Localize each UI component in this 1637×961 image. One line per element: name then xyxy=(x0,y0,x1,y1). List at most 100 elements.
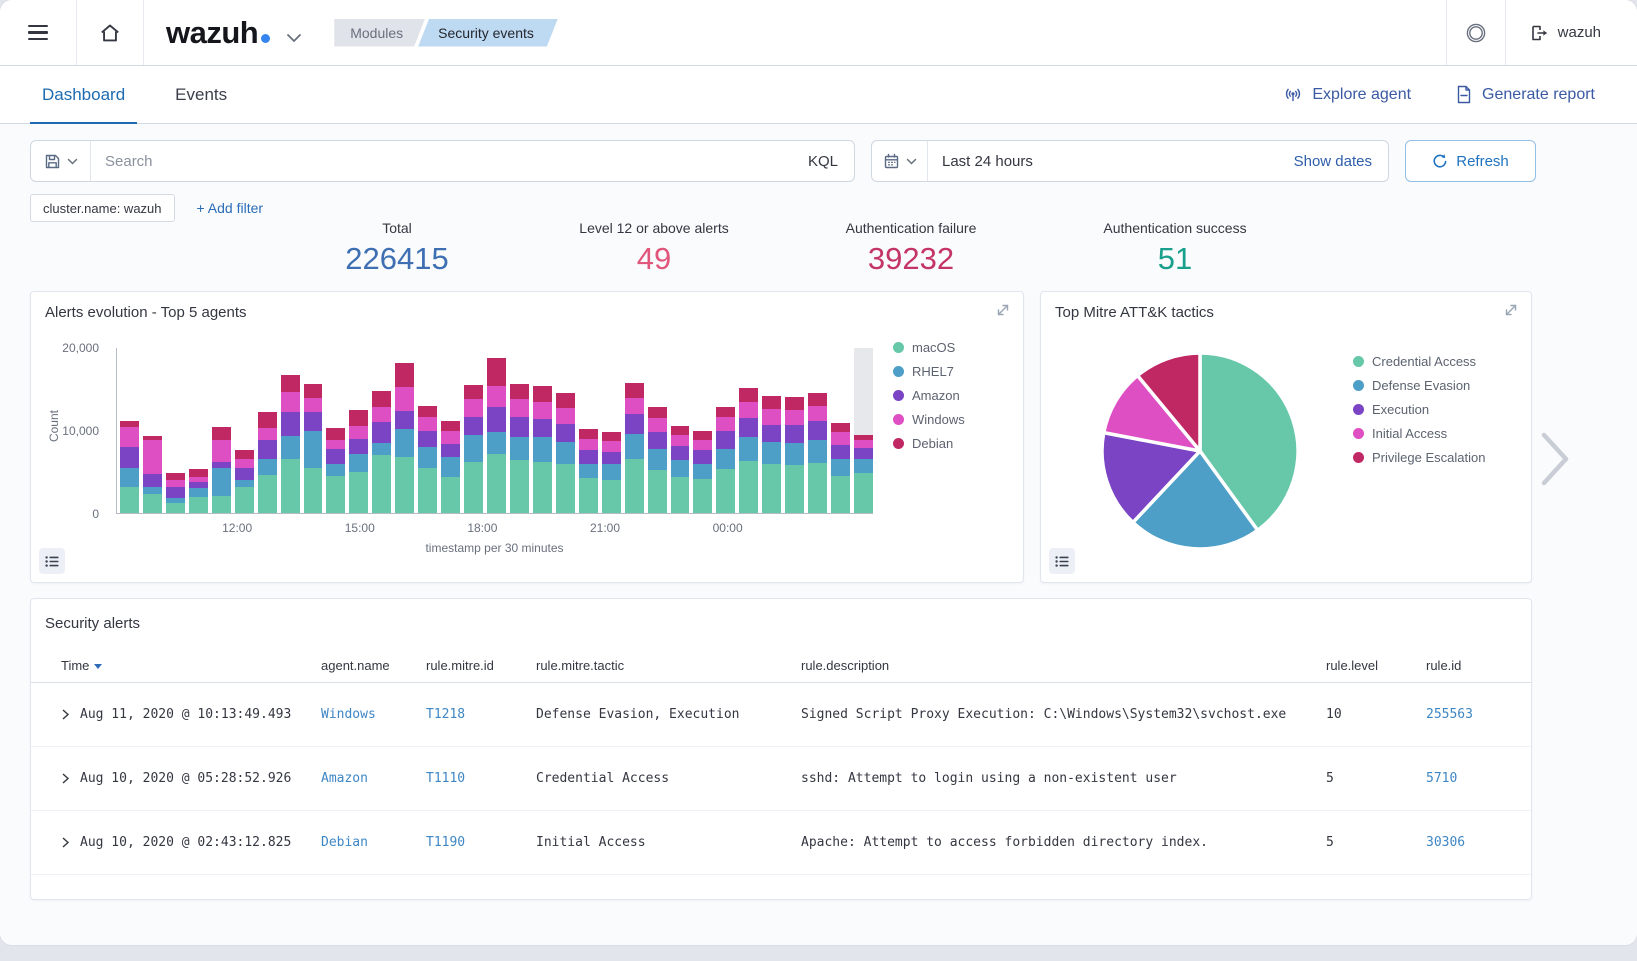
y-tick-label: 10,000 xyxy=(29,424,99,438)
legend-label: Initial Access xyxy=(1372,426,1447,441)
tab-events[interactable]: Events xyxy=(163,66,239,123)
legend-item[interactable]: Amazon xyxy=(893,388,965,403)
cell-rule-mitre-id[interactable]: T1190 xyxy=(426,835,536,850)
stacked-bar xyxy=(212,348,231,513)
generate-report-button[interactable]: Generate report xyxy=(1455,85,1595,104)
column-header-rule-id[interactable]: rule.id xyxy=(1426,658,1501,673)
breadcrumb-security-events[interactable]: Security events xyxy=(418,19,558,47)
save-icon xyxy=(44,153,61,170)
inspect-chart-button[interactable] xyxy=(39,548,65,574)
table-row: Aug 10, 2020 @ 02:43:12.825 Debian T1190… xyxy=(31,811,1531,875)
expand-panel-button[interactable] xyxy=(1503,302,1521,320)
legend-dot-icon xyxy=(893,438,904,449)
legend-item[interactable]: Execution xyxy=(1353,402,1485,417)
explore-agent-button[interactable]: Explore agent xyxy=(1283,86,1411,104)
legend-label: RHEL7 xyxy=(912,364,954,379)
expand-row-button[interactable] xyxy=(61,709,70,720)
legend-dot-icon xyxy=(1353,428,1364,439)
column-header-time[interactable]: Time xyxy=(61,658,321,673)
column-header-agent-name[interactable]: agent.name xyxy=(321,658,426,673)
refresh-button[interactable]: Refresh xyxy=(1405,140,1536,182)
stacked-bar xyxy=(510,348,529,513)
column-header-rule-level[interactable]: rule.level xyxy=(1326,658,1426,673)
cell-rule-mitre-id[interactable]: T1110 xyxy=(426,771,536,786)
user-menu-button[interactable]: wazuh xyxy=(1506,24,1637,42)
brand-logo[interactable]: wazuh xyxy=(166,15,302,51)
add-filter-button[interactable]: + Add filter xyxy=(197,200,264,216)
column-header-rule-description[interactable]: rule.description xyxy=(801,658,1326,673)
column-header-rule-mitre-id[interactable]: rule.mitre.id xyxy=(426,658,536,673)
stacked-bar xyxy=(671,348,690,513)
username-label: wazuh xyxy=(1558,24,1601,41)
legend-label: macOS xyxy=(912,340,955,355)
search-bar: KQL xyxy=(30,140,855,182)
health-indicator-button[interactable] xyxy=(1447,22,1505,44)
legend-item[interactable]: Debian xyxy=(893,436,965,451)
menu-button[interactable] xyxy=(0,25,76,40)
cell-agent-name[interactable]: Debian xyxy=(321,835,426,850)
brand-text: wazuh xyxy=(166,15,258,51)
legend-item[interactable]: Privilege Escalation xyxy=(1353,450,1485,465)
date-range-value[interactable]: Last 24 hours xyxy=(928,153,1294,170)
cell-rule-level: 5 xyxy=(1326,771,1426,786)
expand-row-button[interactable] xyxy=(61,837,70,848)
cell-agent-name[interactable]: Windows xyxy=(321,707,426,722)
inspect-chart-button[interactable] xyxy=(1049,548,1075,574)
legend-dot-icon xyxy=(893,342,904,353)
stacked-bar xyxy=(235,348,254,513)
panel-security-alerts: Security alerts Time agent.name rule.mit… xyxy=(30,598,1532,900)
legend-label: Debian xyxy=(912,436,953,451)
y-tick-label: 20,000 xyxy=(29,341,99,355)
cell-rule-mitre-id[interactable]: T1218 xyxy=(426,707,536,722)
breadcrumb-modules[interactable]: Modules xyxy=(334,19,425,47)
column-header-rule-mitre-tactic[interactable]: rule.mitre.tactic xyxy=(536,658,801,673)
expand-panel-button[interactable] xyxy=(995,302,1013,320)
y-tick-label: 0 xyxy=(29,507,99,521)
cell-rule-level: 10 xyxy=(1326,707,1426,722)
legend-item[interactable]: Windows xyxy=(893,412,965,427)
tab-dashboard[interactable]: Dashboard xyxy=(30,66,137,123)
legend-item[interactable]: Credential Access xyxy=(1353,354,1485,369)
stacked-bar xyxy=(785,348,804,513)
cell-rule-id[interactable]: 255563 xyxy=(1426,707,1501,722)
cell-rule-id[interactable]: 5710 xyxy=(1426,771,1501,786)
home-button[interactable] xyxy=(77,23,143,43)
stacked-bar xyxy=(533,348,552,513)
stacked-bar xyxy=(625,348,644,513)
legend-label: Defense Evasion xyxy=(1372,378,1470,393)
stacked-bar xyxy=(762,348,781,513)
legend-item[interactable]: macOS xyxy=(893,340,965,355)
menu-icon xyxy=(28,25,48,40)
chevron-down-icon[interactable] xyxy=(286,33,302,43)
refresh-label: Refresh xyxy=(1456,153,1509,170)
chevron-right-icon xyxy=(1538,430,1572,488)
list-icon xyxy=(1055,555,1069,568)
legend-dot-icon xyxy=(893,366,904,377)
table-row: Aug 11, 2020 @ 10:13:49.493 Windows T121… xyxy=(31,683,1531,747)
chevron-down-icon xyxy=(67,158,78,165)
saved-query-button[interactable] xyxy=(31,141,91,181)
legend-item[interactable]: Defense Evasion xyxy=(1353,378,1485,393)
next-panel-button[interactable] xyxy=(1538,430,1572,488)
stacked-bar xyxy=(808,348,827,513)
cell-rule-id[interactable]: 30306 xyxy=(1426,835,1501,850)
ring-icon xyxy=(1465,22,1487,44)
legend-item[interactable]: RHEL7 xyxy=(893,364,965,379)
stacked-bar xyxy=(556,348,575,513)
legend-label: Amazon xyxy=(912,388,960,403)
legend-item[interactable]: Initial Access xyxy=(1353,426,1485,441)
breadcrumb: Modules Security events xyxy=(334,19,558,47)
expand-row-button[interactable] xyxy=(61,773,70,784)
panel-mitre-tactics: Top Mitre ATT&K tactics Credential Acces… xyxy=(1040,291,1532,583)
search-input[interactable] xyxy=(91,153,792,170)
legend-label: Execution xyxy=(1372,402,1429,417)
stacked-bar xyxy=(120,348,139,513)
calendar-menu-button[interactable] xyxy=(872,141,928,181)
kql-button[interactable]: KQL xyxy=(792,153,854,170)
filter-pill-cluster-name[interactable]: cluster.name: wazuh xyxy=(30,194,175,222)
stacked-bar xyxy=(648,348,667,513)
cell-time: Aug 10, 2020 @ 05:28:52.926 xyxy=(80,771,291,786)
show-dates-button[interactable]: Show dates xyxy=(1294,153,1388,170)
cell-agent-name[interactable]: Amazon xyxy=(321,771,426,786)
pie-chart xyxy=(1095,346,1305,556)
